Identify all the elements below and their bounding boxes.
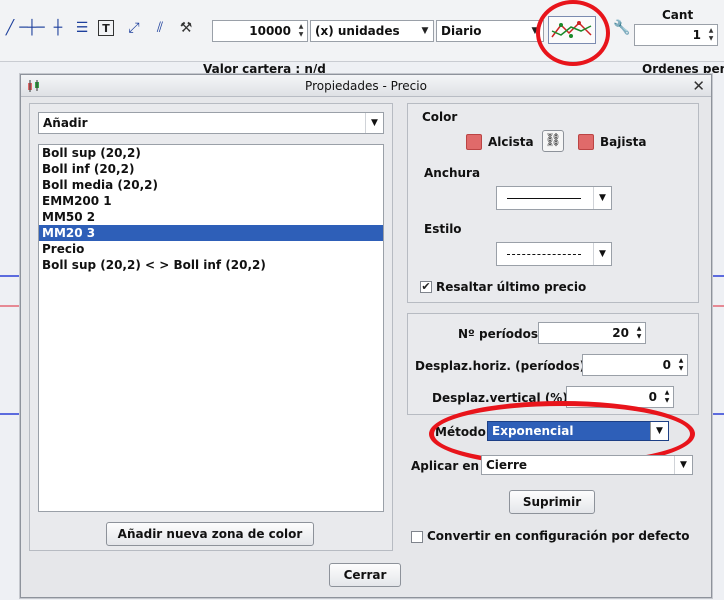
spinner-arrows-icon[interactable]: ▲ ▼ [675, 357, 687, 373]
dialog-title: Propiedades - Precio [305, 78, 427, 93]
periods-value: 20 [612, 326, 629, 340]
cant-label: Cant [662, 8, 694, 22]
horizontal-line-icon[interactable]: ─┼─ [19, 18, 44, 38]
spinner-arrows-icon[interactable]: ▲ ▼ [705, 25, 717, 45]
line-style-combo[interactable]: ▼ [496, 242, 612, 266]
series-list-item[interactable]: EMM200 1 [39, 193, 383, 209]
link-colors-icon[interactable]: ⛓ [542, 130, 564, 152]
parallel-lines-icon[interactable]: ⫽ [150, 18, 170, 38]
parameters-panel: Nº períodos 20 ▲ ▼ Desplaz.horiz. (períod… [407, 313, 699, 415]
line-tool-icon[interactable]: ╱ [0, 18, 20, 38]
chevron-down-icon[interactable]: ▼ [417, 26, 433, 36]
annotation-circle-chart-icon [536, 0, 610, 66]
default-config-checkbox[interactable] [411, 531, 423, 543]
series-list-item[interactable]: Precio [39, 241, 383, 257]
trend-line-icon[interactable]: ⤢ [124, 18, 144, 38]
delete-button[interactable]: Suprimir [509, 490, 595, 514]
line-style-preview [497, 253, 593, 255]
default-config-label: Convertir en configuración por defecto [427, 529, 690, 543]
quantity-spinner[interactable]: 10000 ▲ ▼ [212, 20, 308, 42]
bearish-label: Bajista [600, 135, 647, 149]
spinner-arrows-icon[interactable]: ▲ ▼ [295, 21, 307, 41]
spinner-arrows-icon[interactable]: ▲ ▼ [661, 389, 673, 405]
text-tool-icon[interactable]: T [98, 20, 114, 36]
dialog-titlebar[interactable]: Propiedades - Precio ✕ [21, 75, 711, 97]
apply-on-value: Cierre [486, 458, 528, 472]
properties-dialog: Propiedades - Precio ✕ Añadir ▼ Boll sup… [20, 74, 712, 598]
appearance-panel: Color Alcista ⛓ Bajista Anchura ▼ Estilo… [407, 103, 699, 303]
add-combo[interactable]: Añadir ▼ [38, 112, 384, 134]
wrench-icon[interactable]: 🔧 [612, 18, 632, 38]
candlestick-icon [28, 80, 39, 92]
period-combo[interactable]: Diario ▼ [436, 20, 544, 42]
main-toolbar: ╱ ─┼─ ┼ ☰ T ⤢ ⫽ ⚒ 10000 ▲ ▼ (x) unidades … [0, 0, 724, 66]
bullish-label: Alcista [488, 135, 534, 149]
cant-value: 1 [692, 28, 701, 42]
h-shift-value: 0 [662, 358, 671, 372]
units-combo[interactable]: (x) unidades ▼ [310, 20, 434, 42]
quantity-value: 10000 [249, 24, 291, 38]
spinner-arrows-icon[interactable]: ▲ ▼ [633, 325, 645, 341]
line-width-preview [497, 197, 593, 199]
series-list-item[interactable]: MM50 2 [39, 209, 383, 225]
close-icon[interactable]: ✕ [692, 77, 705, 95]
series-list-item[interactable]: MM20 3 [39, 225, 383, 241]
series-list-item[interactable]: Boll sup (20,2) < > Boll inf (20,2) [39, 257, 383, 273]
series-panel: Añadir ▼ Boll sup (20,2) Boll inf (20,2) B… [29, 103, 393, 551]
series-list-item[interactable]: Boll inf (20,2) [39, 161, 383, 177]
close-button[interactable]: Cerrar [329, 563, 401, 587]
periods-input[interactable]: 20 ▲ ▼ [538, 322, 646, 344]
style-label: Estilo [424, 222, 462, 236]
cant-spinner[interactable]: 1 ▲ ▼ [634, 24, 718, 46]
highlight-last-price-checkbox[interactable]: ✔ [420, 281, 432, 293]
series-list-item[interactable]: Boll media (20,2) [39, 177, 383, 193]
apply-on-combo[interactable]: Cierre ▼ [481, 455, 693, 475]
series-list[interactable]: Boll sup (20,2) Boll inf (20,2) Boll media… [38, 144, 384, 512]
chevron-down-icon[interactable]: ▼ [674, 456, 692, 474]
apply-on-label: Aplicar en [411, 459, 480, 473]
fibonacci-icon[interactable]: ☰ [72, 18, 92, 38]
h-shift-input[interactable]: 0 ▲ ▼ [582, 354, 688, 376]
highlight-last-price-label: Resaltar último precio [436, 280, 587, 294]
periods-label: Nº períodos [458, 327, 538, 341]
chevron-down-icon[interactable]: ▼ [593, 187, 611, 209]
width-label: Anchura [424, 166, 481, 180]
bearish-color-swatch[interactable] [578, 134, 594, 150]
add-color-zone-button[interactable]: Añadir nueva zona de color [106, 522, 314, 546]
vertical-line-icon[interactable]: ┼ [48, 18, 68, 38]
tools-icon[interactable]: ⚒ [176, 18, 196, 38]
bullish-color-swatch[interactable] [466, 134, 482, 150]
units-combo-value: (x) unidades [315, 24, 400, 38]
h-shift-label: Desplaz.horiz. (períodos) [415, 359, 586, 373]
period-combo-value: Diario [441, 24, 482, 38]
line-width-combo[interactable]: ▼ [496, 186, 612, 210]
add-combo-value: Añadir [43, 116, 88, 130]
chevron-down-icon[interactable]: ▼ [593, 243, 611, 265]
chevron-down-icon[interactable]: ▼ [365, 113, 383, 133]
color-label: Color [422, 110, 458, 124]
series-list-item[interactable]: Boll sup (20,2) [39, 145, 383, 161]
